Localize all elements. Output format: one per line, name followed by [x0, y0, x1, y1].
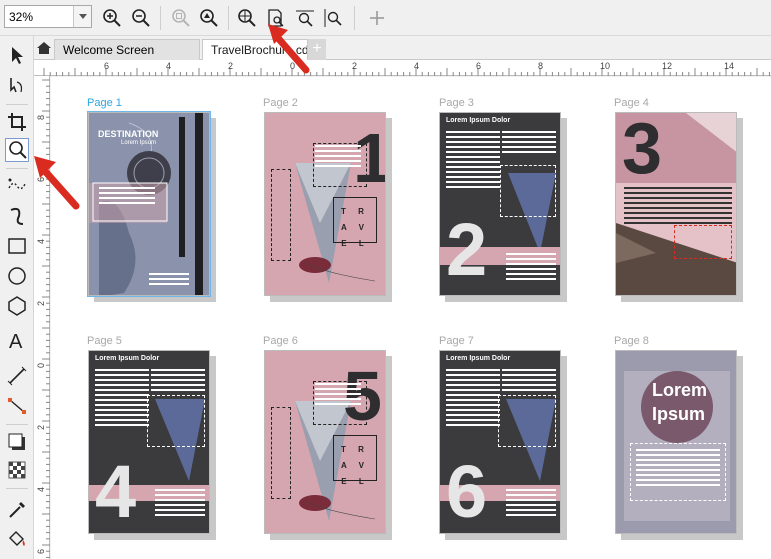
zoom-level-value: 32% [9, 10, 34, 24]
zoom-out-icon[interactable] [130, 7, 152, 29]
drop-shadow-tool-icon[interactable] [5, 430, 29, 454]
pick-tool-icon[interactable] [5, 44, 29, 68]
drawing-canvas[interactable]: Page 1 Page 2 Page 3 Page 4 DESTINATION … [51, 77, 771, 559]
horizontal-ruler[interactable]: 6 4 2 0 2 4 6 8 10 12 14 [34, 60, 771, 76]
zoom-all-objects-icon[interactable] [236, 7, 258, 29]
zoom-tool-icon[interactable] [5, 138, 29, 162]
tab-welcome-screen[interactable]: Welcome Screen [54, 39, 200, 60]
page-thumbnail-3[interactable]: Lorem Ipsum Dolor 2 [439, 112, 567, 302]
zoom-height-icon[interactable] [322, 7, 344, 29]
crop-tool-icon[interactable] [5, 110, 29, 134]
ruler-tick-label: 4 [36, 486, 46, 492]
svg-text:A: A [9, 331, 23, 352]
ruler-tick-label: 6 [104, 61, 110, 71]
ruler-tick-label: 12 [662, 61, 673, 71]
callout-arrow-zoom-tool [34, 156, 80, 210]
page-label[interactable]: Page 5 [87, 335, 122, 347]
ruler-tick-label: 14 [724, 61, 735, 71]
ruler-tick-label: 4 [166, 61, 172, 71]
transparency-tool-icon[interactable] [5, 458, 29, 482]
ruler-tick-label: 6 [36, 548, 46, 554]
chevron-down-icon[interactable] [73, 6, 91, 27]
page8-title-line2: Ipsum [652, 404, 706, 424]
dimension-tool-icon[interactable] [5, 364, 29, 388]
page-label[interactable]: Page 4 [614, 97, 649, 109]
add-icon[interactable] [366, 7, 388, 29]
page-thumbnail-8[interactable]: Lorem Ipsum [615, 350, 743, 540]
ruler-tick-label: 2 [36, 300, 46, 306]
corel-draw-window: 32% A Welcome Screen TravelBrochure.cdr … [0, 0, 771, 559]
toolbar-separator [160, 6, 161, 30]
page-thumbnail-7[interactable]: Lorem Ipsum Dolor 6 [439, 350, 567, 540]
zoom-to-selected-icon[interactable] [170, 7, 192, 29]
freehand-tool-icon[interactable] [5, 174, 29, 198]
callout-arrow-toolbar [268, 24, 310, 74]
vertical-ruler[interactable]: 86420246 [34, 76, 50, 559]
toolbar-separator [228, 6, 229, 30]
page5-number: 4 [95, 450, 137, 533]
ruler-tick-label: 2 [228, 61, 234, 71]
home-icon[interactable] [36, 41, 52, 55]
ruler-tick-label: 4 [414, 61, 420, 71]
page-label[interactable]: Page 6 [263, 335, 298, 347]
ruler-tick-label: 10 [600, 61, 611, 71]
page7-number: 6 [446, 450, 488, 533]
toolbox: A [0, 36, 34, 559]
page-label[interactable]: Page 1 [87, 97, 122, 109]
ruler-tick-label: 2 [352, 61, 358, 71]
zoom-fit-icon[interactable] [198, 7, 220, 29]
zoom-level-combobox[interactable]: 32% [4, 5, 92, 28]
page-thumbnail-5[interactable]: Lorem Ipsum Dolor 4 [88, 350, 216, 540]
page8-title-line1: Lorem [652, 380, 708, 400]
shape-tool-icon[interactable] [5, 74, 29, 98]
page-label[interactable]: Page 2 [263, 97, 298, 109]
ruler-tick-label: 0 [36, 362, 46, 368]
ruler-tick-label: 6 [476, 61, 482, 71]
toolbar-separator [354, 6, 355, 30]
ellipse-tool-icon[interactable] [5, 264, 29, 288]
connector-tool-icon[interactable] [5, 394, 29, 418]
artistic-media-tool-icon[interactable] [5, 204, 29, 228]
page4-number: 3 [622, 112, 663, 189]
document-tab-bar: Welcome Screen TravelBrochure.cdr + [34, 36, 771, 60]
page-thumbnail-2[interactable]: 1 T R A V E L [264, 112, 392, 302]
page1-title: DESTINATION [98, 129, 159, 139]
travel-label: T R A V E L [333, 197, 377, 248]
page-thumbnail-1[interactable]: DESTINATION Lorem Ipsum [87, 111, 216, 302]
zoom-toolbar: 32% [0, 0, 771, 36]
page1-subtitle: Lorem Ipsum [121, 140, 157, 146]
ruler-tick-label: 8 [36, 114, 46, 120]
page-label[interactable]: Page 8 [614, 335, 649, 347]
page-label[interactable]: Page 7 [439, 335, 474, 347]
ruler-tick-label: 4 [36, 238, 46, 244]
zoom-in-icon[interactable] [101, 7, 123, 29]
page3-number: 2 [446, 208, 488, 291]
page-label[interactable]: Page 3 [439, 97, 474, 109]
polygon-tool-icon[interactable] [5, 294, 29, 318]
travel-label: T R A V E L [333, 435, 377, 486]
eyedropper-tool-icon[interactable] [5, 498, 29, 522]
page-thumbnail-6[interactable]: 5 T R A V E L [264, 350, 392, 540]
text-tool-icon[interactable]: A [5, 328, 29, 353]
rectangle-tool-icon[interactable] [5, 234, 29, 258]
ruler-tick-label: 8 [538, 61, 544, 71]
page-thumbnail-4[interactable]: 3 [615, 112, 743, 302]
ruler-tick-label: 2 [36, 424, 46, 430]
fill-tool-icon[interactable] [5, 526, 29, 550]
